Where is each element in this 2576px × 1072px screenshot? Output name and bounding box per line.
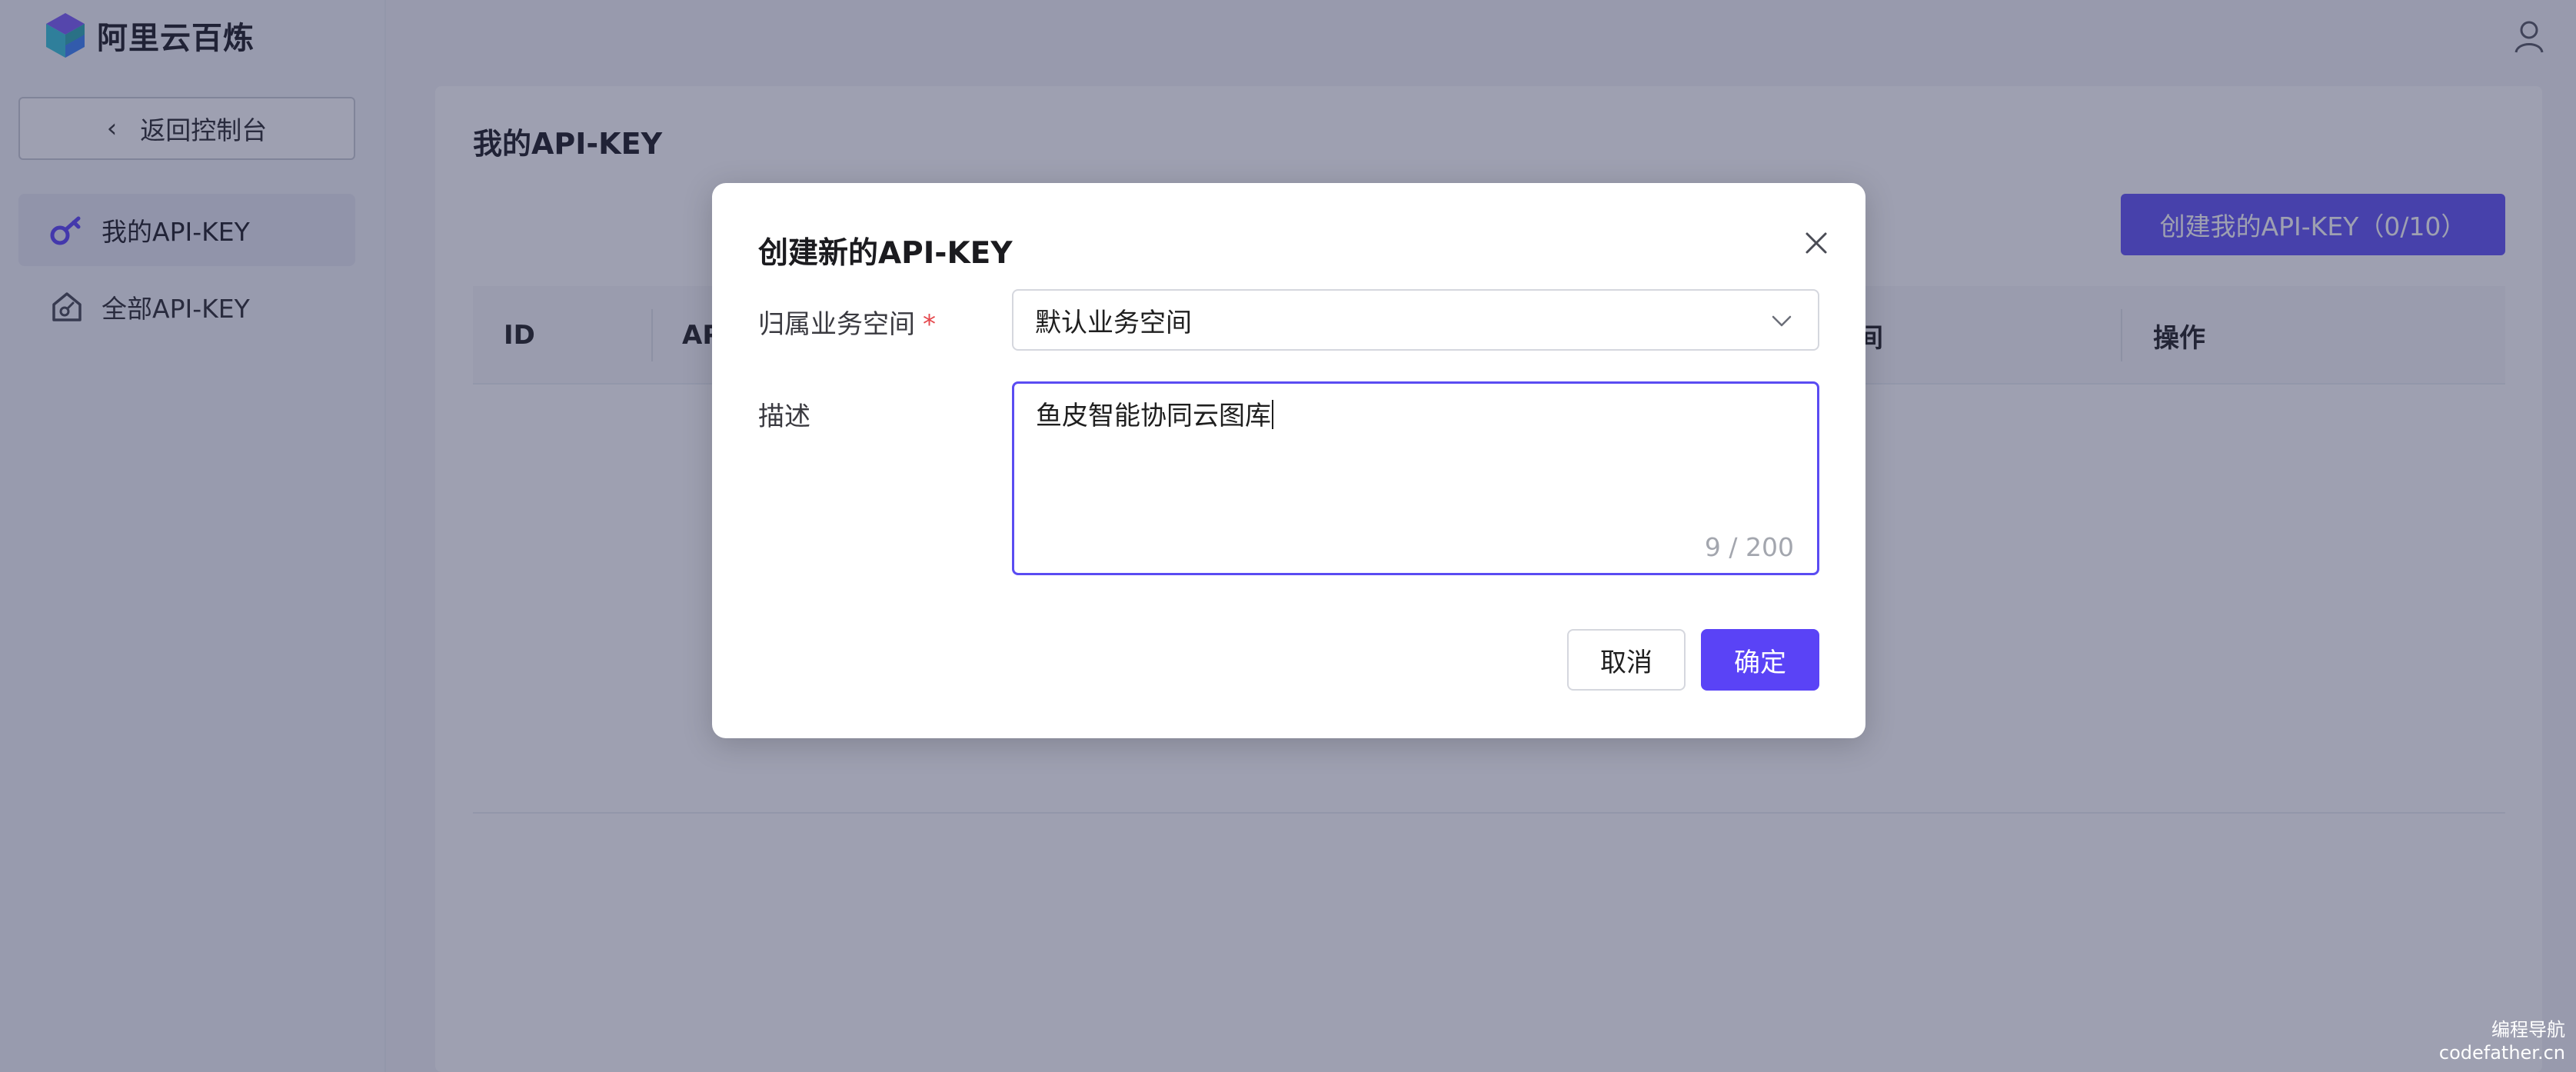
character-counter: 9 / 200 <box>1704 532 1794 562</box>
app-root: 阿里云百炼 ‹ 返回控制台 我的API-KEY 全部API-KEY 我的API-… <box>0 0 2576 1072</box>
required-mark: * <box>923 309 936 340</box>
close-icon[interactable] <box>1795 221 1838 265</box>
dialog-title: 创建新的API-KEY <box>758 236 1013 271</box>
workspace-label-text: 归属业务空间 <box>758 309 915 340</box>
workspace-select[interactable]: 默认业务空间 <box>1012 289 1819 351</box>
description-textarea[interactable]: 鱼皮智能协同云图库 9 / 200 <box>1012 381 1819 575</box>
workspace-select-value: 默认业务空间 <box>1035 307 1192 338</box>
confirm-button[interactable]: 确定 <box>1701 629 1819 691</box>
cancel-button[interactable]: 取消 <box>1567 629 1686 691</box>
chevron-down-icon <box>1772 315 1792 327</box>
create-api-key-dialog: 创建新的API-KEY 归属业务空间 * 默认业务空间 描述 鱼皮智能协同云图库 … <box>712 183 1865 738</box>
watermark-line: codefather.cn <box>2438 1042 2565 1064</box>
watermark: 编程导航 codefather.cn <box>2439 1018 2565 1064</box>
description-value: 鱼皮智能协同云图库 <box>1036 401 1271 431</box>
watermark-line: 编程导航 <box>2491 1019 2565 1040</box>
text-cursor <box>1272 400 1273 429</box>
workspace-label: 归属业务空间 * <box>758 303 936 341</box>
description-label: 描述 <box>758 401 810 432</box>
